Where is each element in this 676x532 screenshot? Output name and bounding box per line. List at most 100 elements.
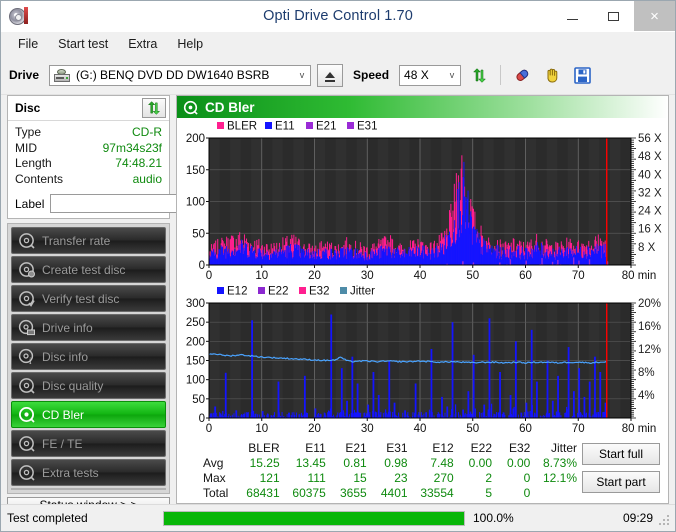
disc-info-icon: i bbox=[18, 348, 35, 365]
start-part-button[interactable]: Start part bbox=[582, 471, 660, 493]
svg-text:0: 0 bbox=[199, 413, 205, 425]
svg-text:10: 10 bbox=[255, 423, 268, 435]
stats-cell: 12.1% bbox=[542, 471, 577, 485]
test-list-filler bbox=[11, 488, 166, 490]
menu-bar: File Start test Extra Help bbox=[1, 32, 675, 56]
cd-bler-icon bbox=[183, 100, 198, 115]
status-message: Test completed bbox=[7, 511, 88, 525]
sidebar-item-extra-tests[interactable]: Extra tests bbox=[11, 459, 166, 486]
disc-label-row: Label bbox=[8, 193, 254, 218]
sidebar-item-disc-info[interactable]: i Disc info bbox=[11, 343, 166, 370]
disc-info-rows: Type CD-R MID 97m34s23f Length 74:48.21 … bbox=[8, 121, 169, 190]
sidebar-item-cd-bler[interactable]: CD Bler bbox=[11, 401, 166, 428]
disc-panel-header: Disc bbox=[8, 96, 169, 121]
stats-cell: 270 bbox=[433, 471, 454, 485]
stats-cell bbox=[535, 486, 582, 501]
svg-text:70: 70 bbox=[572, 270, 585, 282]
resize-grip-icon[interactable] bbox=[659, 515, 671, 527]
stats-cell: 2 bbox=[485, 471, 492, 485]
refresh-button[interactable] bbox=[467, 64, 491, 87]
svg-text:100: 100 bbox=[186, 375, 205, 387]
disc-row-key: Length bbox=[15, 156, 52, 170]
sidebar-item-drive-info[interactable]: Drive info bbox=[11, 314, 166, 341]
menu-item-extra[interactable]: Extra bbox=[119, 34, 166, 54]
optical-disc-icon bbox=[8, 6, 28, 26]
speed-select[interactable]: 48 X v bbox=[399, 64, 462, 86]
stats-col-e21: E21 bbox=[345, 441, 367, 455]
speed-select-value: 48 X bbox=[404, 68, 429, 82]
fe-te-icon bbox=[18, 435, 35, 452]
svg-text:16 X: 16 X bbox=[638, 224, 662, 236]
main-area: Disc Type CD-R MID 97m34s23f Length 74:4… bbox=[1, 95, 675, 513]
close-button[interactable]: × bbox=[634, 1, 675, 31]
speed-label: Speed bbox=[353, 68, 390, 82]
disc-row-value: 74:48.21 bbox=[115, 156, 162, 170]
test-action-buttons: Start full Start part bbox=[582, 441, 668, 501]
stats-cell: 33554 bbox=[420, 486, 454, 500]
sidebar-item-create-test-disc[interactable]: Create test disc bbox=[11, 256, 166, 283]
table-row: Avg 15.25 13.45 0.81 0.98 7.48 0.00 0.00… bbox=[201, 456, 582, 471]
svg-text:150: 150 bbox=[186, 165, 205, 177]
sidebar-item-disc-quality[interactable]: Disc quality bbox=[11, 372, 166, 399]
stats-cell: 5 bbox=[485, 486, 492, 500]
disc-panel: Disc Type CD-R MID 97m34s23f Length 74:4… bbox=[7, 95, 254, 219]
stats-col-jitter: Jitter bbox=[550, 441, 577, 455]
save-button[interactable] bbox=[570, 64, 594, 87]
disc-refresh-button[interactable] bbox=[142, 98, 166, 118]
chart-e12-jitter[interactable]: E12 E22 E32 Jitter 0 50 100 150 200 250 300 4% 8% 12%… bbox=[179, 285, 666, 438]
svg-text:Jitter: Jitter bbox=[350, 286, 375, 298]
svg-text:30: 30 bbox=[361, 270, 374, 282]
sidebar-item-transfer-rate[interactable]: Transfer rate bbox=[11, 227, 166, 254]
charts-container: BLER E11 E21 E31 0 50 100 150 200 8 X 16 X 24 X 32 X… bbox=[177, 118, 668, 438]
disc-quality-icon bbox=[18, 377, 35, 394]
disc-write-icon bbox=[18, 261, 35, 278]
svg-text:300: 300 bbox=[186, 298, 205, 310]
minimize-button[interactable] bbox=[552, 1, 593, 31]
statistics-table: BLER E11 E21 E31 E12 E22 E32 Jitter Avg … bbox=[201, 441, 582, 501]
svg-text:80 min: 80 min bbox=[622, 270, 657, 282]
app-window: Opti Drive Control 1.70 × File Start tes… bbox=[0, 0, 676, 532]
floppy-save-icon bbox=[573, 66, 591, 84]
sidebar-item-label: Extra tests bbox=[42, 465, 99, 480]
sidebar-item-fe-te[interactable]: FE / TE bbox=[11, 430, 166, 457]
refresh-arrows-icon bbox=[472, 67, 487, 83]
drive-select-value: (G:) BENQ DVD DD DW1640 BSRB bbox=[76, 68, 270, 82]
svg-text:20: 20 bbox=[308, 423, 321, 435]
cd-bler-panel-title: CD Bler bbox=[205, 99, 255, 115]
hand-button[interactable] bbox=[540, 64, 564, 87]
cd-bler-panel-header: CD Bler bbox=[177, 96, 668, 118]
stats-row-label: Total bbox=[203, 486, 229, 500]
drive-info-icon bbox=[18, 319, 35, 336]
drive-label: Drive bbox=[9, 68, 40, 82]
pills-button[interactable] bbox=[510, 64, 534, 87]
svg-text:E31: E31 bbox=[357, 121, 377, 133]
svg-text:250: 250 bbox=[186, 317, 205, 329]
eject-icon bbox=[325, 72, 336, 82]
start-full-button[interactable]: Start full bbox=[582, 443, 660, 465]
svg-text:50: 50 bbox=[466, 423, 479, 435]
stats-col-e32: E32 bbox=[508, 441, 531, 455]
title-bar: Opti Drive Control 1.70 × bbox=[1, 1, 675, 32]
maximize-button[interactable] bbox=[593, 1, 634, 31]
chart-bler[interactable]: BLER E11 E21 E31 0 50 100 150 200 8 X 16 X 24 X 32 X… bbox=[179, 120, 666, 285]
drive-select[interactable]: (G:) BENQ DVD DD DW1640 BSRB v bbox=[49, 64, 312, 86]
stats-cell: 8.73% bbox=[542, 456, 577, 470]
menu-item-help[interactable]: Help bbox=[168, 34, 212, 54]
disc-row-key: Contents bbox=[15, 171, 64, 186]
svg-text:E32: E32 bbox=[309, 286, 329, 298]
menu-item-file[interactable]: File bbox=[9, 34, 47, 54]
menu-item-start-test[interactable]: Start test bbox=[49, 34, 117, 54]
svg-text:20%: 20% bbox=[638, 298, 661, 310]
svg-text:0: 0 bbox=[206, 270, 212, 282]
svg-text:60: 60 bbox=[519, 270, 532, 282]
chevron-down-icon: v bbox=[449, 70, 455, 80]
sidebar-item-verify-test-disc[interactable]: Verify test disc bbox=[11, 285, 166, 312]
svg-text:0: 0 bbox=[206, 423, 212, 435]
disc-row-value: 97m34s23f bbox=[102, 140, 162, 155]
eject-button[interactable] bbox=[317, 63, 344, 87]
stats-col-e22: E22 bbox=[470, 441, 492, 455]
stats-cell: 0 bbox=[523, 471, 531, 485]
stats-cell: 0.81 bbox=[343, 456, 367, 470]
svg-text:40 X: 40 X bbox=[638, 169, 662, 181]
stats-cell: 23 bbox=[394, 471, 408, 485]
